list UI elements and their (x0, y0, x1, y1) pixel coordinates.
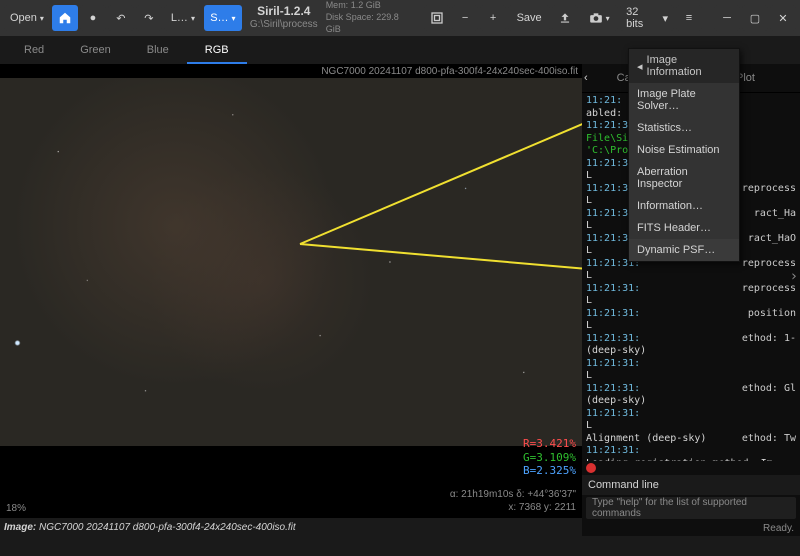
zoom-level: 18% (6, 503, 26, 514)
menu-statistics[interactable]: Statistics… (629, 117, 739, 139)
tab-rgb[interactable]: RGB (187, 38, 247, 64)
tab-red[interactable]: Red (6, 38, 62, 64)
export-button[interactable] (552, 5, 578, 31)
cursor-coordinates: α: 21h19m10s δ: +44°36'37" x: 7368 y: 22… (450, 488, 576, 514)
menu-back-header[interactable]: ◂ Image Information (629, 49, 739, 83)
frame-label: Image: NGC7000 20241107 d800-pfa-300f4-2… (0, 518, 582, 536)
command-line-input[interactable]: Type "help" for the list of supported co… (586, 497, 796, 519)
snapshot-button[interactable]: ▾ (580, 5, 618, 31)
circle-button[interactable]: ● (80, 5, 106, 31)
undo-button[interactable]: ↶ (108, 5, 134, 31)
main-toolbar: Open▾ ● ↶ ↷ L…▾ S…▾ Siril-1.2.4 G:\Siril… (0, 0, 800, 36)
panel-next-icon[interactable]: › (790, 268, 798, 286)
menu-information[interactable]: Information… (629, 195, 739, 217)
hamburger-button[interactable]: ≡ (676, 5, 702, 31)
menu-plate-solver[interactable]: Image Plate Solver… (629, 83, 739, 117)
minimize-button[interactable]: ─ (714, 5, 740, 31)
zoom-in-button[interactable]: + (480, 5, 506, 31)
status-bar (0, 536, 800, 556)
zoom-out-button[interactable]: − (452, 5, 478, 31)
command-line-heading: Command line (582, 475, 800, 495)
command-status: Ready. (582, 521, 800, 536)
s-dropdown[interactable]: S…▾ (204, 5, 242, 31)
fit-button[interactable] (424, 5, 450, 31)
loaded-image-name: NGC7000 20241107 d800-pfa-300f4-24x240se… (317, 64, 582, 79)
window-title: Siril-1.2.4 G:\Siril\process (250, 5, 318, 30)
memory-info: Mem: 1.2 GiB Disk Space: 229.8 GiB (326, 0, 416, 35)
pixel-rgb-readout: R=3.421% G=3.109% B=2.325% (523, 437, 576, 478)
tab-blue[interactable]: Blue (129, 38, 187, 64)
menu-dynamic-psf[interactable]: Dynamic PSF… (629, 239, 739, 261)
record-indicator (586, 463, 596, 473)
starfield-image (0, 78, 582, 446)
menu-fits-header[interactable]: FITS Header… (629, 217, 739, 239)
tab-green[interactable]: Green (62, 38, 129, 64)
image-information-menu: ◂ Image Information Image Plate Solver… … (628, 48, 740, 262)
image-viewer[interactable]: NGC7000 20241107 d800-pfa-300f4-24x240se… (0, 64, 582, 536)
menu-aberration[interactable]: Aberration Inspector (629, 161, 739, 195)
redo-button[interactable]: ↷ (136, 5, 162, 31)
save-button[interactable]: Save (508, 5, 550, 31)
maximize-button[interactable]: ▢ (742, 5, 768, 31)
menu-noise-estimation[interactable]: Noise Estimation (629, 139, 739, 161)
panel-prev-icon[interactable]: ‹ (584, 72, 588, 84)
l-dropdown[interactable]: L…▾ (164, 5, 202, 31)
bits-selector[interactable]: 32 bits▾ (620, 5, 674, 31)
home-button[interactable] (52, 5, 78, 31)
open-button[interactable]: Open▾ (4, 5, 50, 31)
close-window-button[interactable]: ✕ (770, 5, 796, 31)
